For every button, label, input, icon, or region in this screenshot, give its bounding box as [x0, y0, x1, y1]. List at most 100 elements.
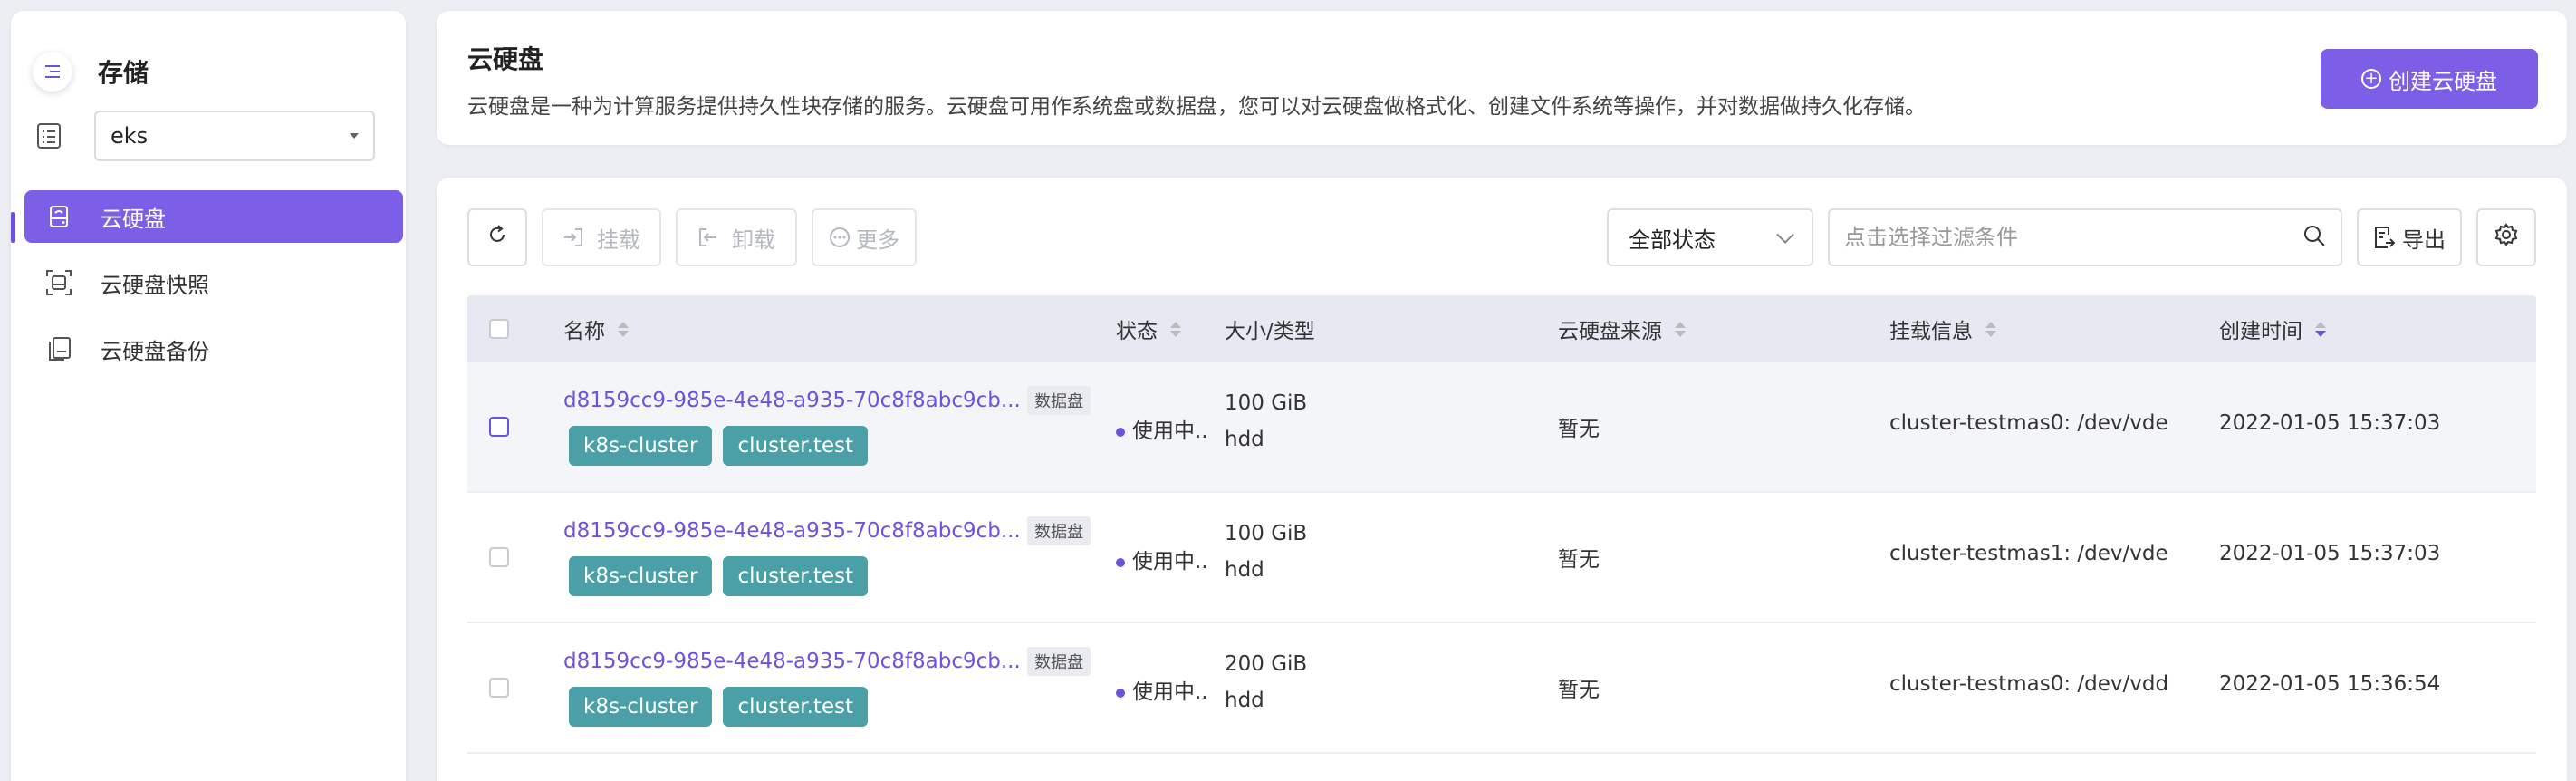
menu-collapse-icon[interactable]	[33, 52, 72, 92]
sidebar-title: 存储	[98, 58, 149, 88]
page-title: 云硬盘	[467, 44, 544, 74]
disk-type-cell: hdd	[1225, 558, 1264, 582]
more-label: 更多	[856, 227, 899, 253]
column-header-size: 大小/类型	[1225, 295, 1315, 362]
refresh-icon	[486, 224, 508, 251]
column-header-attach[interactable]: 挂载信息	[1889, 295, 1996, 362]
sidebar-item-label: 云硬盘快照	[101, 272, 209, 298]
status-text: 使用中..	[1132, 550, 1208, 574]
attach-cell: cluster-testmas0: /dev/vdd	[1889, 672, 2169, 696]
status-cell: 使用中..	[1116, 544, 1208, 574]
status-filter-select[interactable]: 全部状态	[1607, 208, 1813, 266]
sort-icon	[618, 321, 629, 337]
page-description: 云硬盘是一种为计算服务提供持久性块存储的服务。云硬盘可用作系统盘或数据盘，您可以…	[467, 95, 1926, 119]
project-row: eks	[33, 111, 375, 161]
volume-name-link[interactable]: d8159cc9-985e-4e48-a935-70c8f8abc9cb...	[563, 389, 1021, 412]
column-header-status[interactable]: 状态	[1116, 295, 1181, 362]
sort-icon	[1170, 321, 1181, 337]
column-header-name[interactable]: 名称	[563, 295, 629, 362]
tag: k8s-cluster	[569, 556, 713, 596]
sidebar-item-backups[interactable]: 云硬盘备份	[24, 323, 403, 375]
row-select-cell	[489, 417, 509, 437]
export-label: 导出	[2402, 227, 2446, 253]
sidebar: 存储 eks 云硬盘 云硬盘快照 云硬盘备份	[11, 11, 406, 781]
disk-type-cell: hdd	[1225, 689, 1264, 712]
volume-name-link[interactable]: d8159cc9-985e-4e48-a935-70c8f8abc9cb...	[563, 650, 1021, 673]
detach-label: 卸载	[732, 227, 775, 253]
sidebar-nav: 云硬盘 云硬盘快照 云硬盘备份	[24, 190, 403, 389]
status-text: 使用中..	[1132, 680, 1208, 704]
page-header: 云硬盘 云硬盘是一种为计算服务提供持久性块存储的服务。云硬盘可用作系统盘或数据盘…	[437, 11, 2567, 145]
project-select[interactable]: eks	[94, 111, 375, 161]
attach-label: 挂载	[597, 227, 640, 253]
nav-active-indicator	[11, 212, 15, 243]
search-input[interactable]	[1844, 225, 2279, 250]
sidebar-item-snapshots[interactable]: 云硬盘快照	[24, 256, 403, 309]
detach-button[interactable]: 卸载	[676, 208, 797, 266]
size-cell: 200 GiB	[1225, 652, 1308, 676]
column-header-label: 云硬盘来源	[1558, 320, 1662, 343]
more-button[interactable]: 更多	[812, 208, 917, 266]
settings-button[interactable]	[2476, 208, 2536, 266]
column-header-label: 大小/类型	[1225, 320, 1315, 343]
source-cell: 暂无	[1558, 548, 1600, 572]
row-checkbox[interactable]	[489, 417, 509, 437]
tag: cluster.test	[723, 687, 869, 727]
volume-type-tag: 数据盘	[1027, 386, 1091, 415]
table-row[interactable]: d8159cc9-985e-4e48-a935-70c8f8abc9cb... …	[467, 623, 2536, 754]
status-cell: 使用中..	[1116, 674, 1208, 705]
tag: k8s-cluster	[569, 687, 713, 727]
column-header-label: 状态	[1116, 320, 1158, 343]
created-cell: 2022-01-05 15:37:03	[2219, 542, 2441, 565]
attach-icon	[562, 227, 584, 247]
row-checkbox[interactable]	[489, 678, 509, 698]
sidebar-header: 存储	[33, 36, 149, 107]
column-header-label: 名称	[563, 320, 605, 343]
search-box	[1828, 208, 2342, 266]
row-select-cell	[489, 547, 509, 567]
tags-cell: k8s-cluster cluster.test	[569, 426, 879, 466]
size-cell: 100 GiB	[1225, 522, 1308, 545]
disk-icon	[44, 202, 73, 231]
detach-icon	[697, 227, 719, 247]
volume-list-card: 挂载 卸载 更多 全部状态 导出	[437, 178, 2567, 781]
gear-icon	[2494, 223, 2518, 252]
select-all-checkbox[interactable]	[489, 319, 509, 339]
status-text: 使用中..	[1132, 419, 1208, 443]
search-icon[interactable]	[2302, 224, 2326, 251]
tag: k8s-cluster	[569, 426, 713, 466]
sidebar-item-volumes[interactable]: 云硬盘	[24, 190, 403, 243]
column-header-created[interactable]: 创建时间	[2219, 295, 2326, 362]
more-icon	[829, 227, 851, 248]
column-header-source[interactable]: 云硬盘来源	[1558, 295, 1686, 362]
table-row[interactable]: d8159cc9-985e-4e48-a935-70c8f8abc9cb... …	[467, 362, 2536, 493]
name-cell: d8159cc9-985e-4e48-a935-70c8f8abc9cb... …	[563, 647, 1091, 676]
tags-cell: k8s-cluster cluster.test	[569, 687, 879, 727]
sidebar-item-label: 云硬盘	[101, 206, 166, 232]
table-header: 名称 状态 大小/类型 云硬盘来源 挂载信息 创建时间	[467, 295, 2536, 362]
create-volume-button[interactable]: + 创建云硬盘	[2321, 49, 2538, 109]
status-dot	[1116, 557, 1125, 567]
created-cell: 2022-01-05 15:37:03	[2219, 411, 2441, 435]
table-row[interactable]: d8159cc9-985e-4e48-a935-70c8f8abc9cb... …	[467, 493, 2536, 623]
create-volume-label: 创建云硬盘	[2389, 68, 2497, 94]
name-cell: d8159cc9-985e-4e48-a935-70c8f8abc9cb... …	[563, 516, 1091, 545]
attach-button[interactable]: 挂载	[542, 208, 661, 266]
caret-down-icon	[350, 133, 359, 139]
refresh-button[interactable]	[467, 208, 527, 266]
backup-icon	[44, 334, 73, 363]
tag: cluster.test	[723, 556, 869, 596]
select-all-cell	[489, 295, 509, 362]
tag: cluster.test	[723, 426, 869, 466]
disk-type-cell: hdd	[1225, 428, 1264, 451]
chevron-down-icon	[1776, 226, 1794, 244]
size-cell: 100 GiB	[1225, 391, 1308, 415]
status-dot	[1116, 688, 1125, 698]
volume-name-link[interactable]: d8159cc9-985e-4e48-a935-70c8f8abc9cb...	[563, 519, 1021, 543]
volume-type-tag: 数据盘	[1027, 647, 1091, 676]
column-header-label: 挂载信息	[1889, 320, 1973, 343]
export-button[interactable]: 导出	[2357, 208, 2462, 266]
export-icon	[2373, 226, 2395, 249]
row-checkbox[interactable]	[489, 547, 509, 567]
status-filter-value: 全部状态	[1629, 227, 1716, 253]
